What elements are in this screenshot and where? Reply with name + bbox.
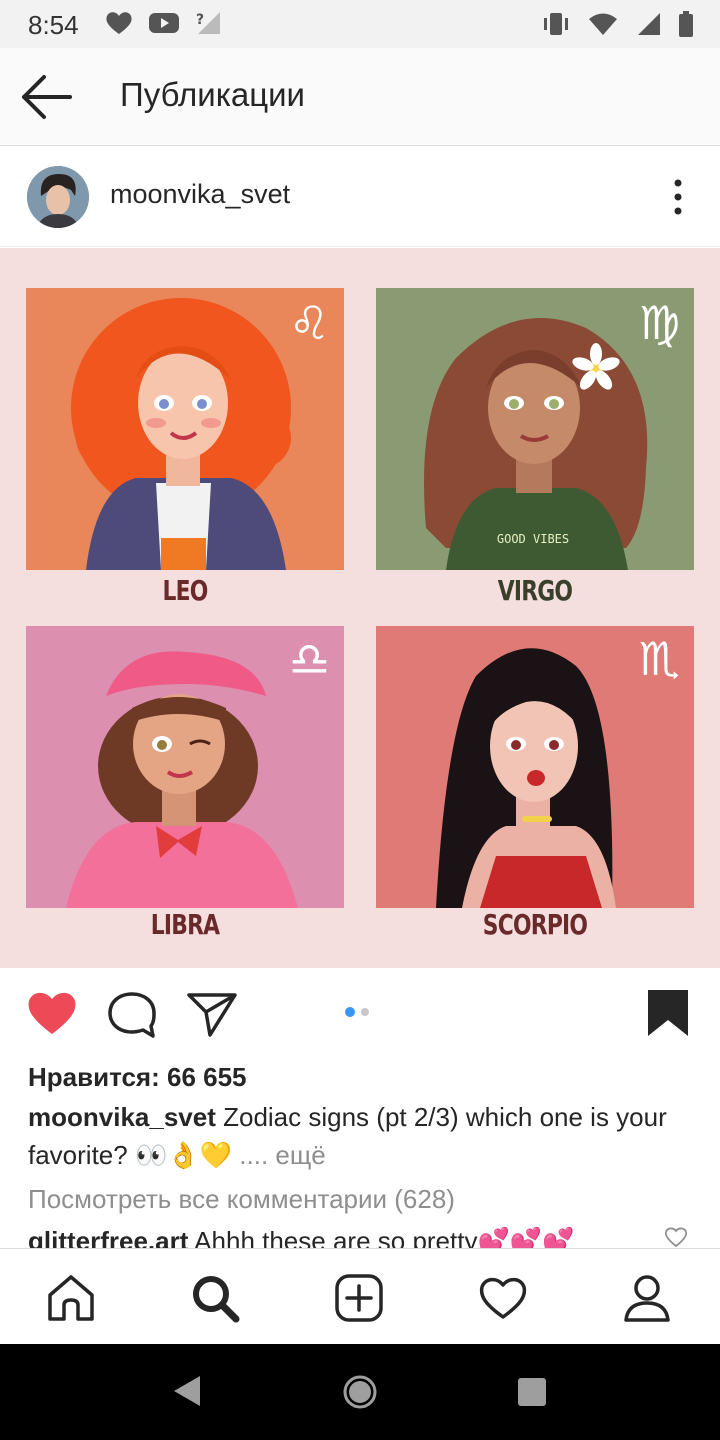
view-all-comments-link[interactable]: Посмотреть все комментарии (628) [28, 1184, 455, 1215]
post-username[interactable]: moonvika_svet [110, 179, 290, 210]
leo-sign: ♌ [288, 296, 330, 350]
comment-row: glitterfree.art Ahhh these are so pretty… [28, 1222, 648, 1248]
more-vertical-icon [674, 179, 682, 215]
signal-unknown-icon: ? [196, 12, 220, 34]
comment-username[interactable]: glitterfree.art [28, 1226, 188, 1248]
profile-icon [624, 1275, 670, 1322]
system-home-button[interactable] [342, 1374, 378, 1415]
caption-username[interactable]: moonvika_svet [28, 1102, 216, 1132]
heart-outline-icon [664, 1227, 688, 1248]
nav-create[interactable] [334, 1273, 384, 1323]
triangle-back-icon [174, 1376, 200, 1406]
youtube-notification-icon [149, 13, 179, 33]
circle-home-icon [343, 1375, 377, 1409]
system-recents-button[interactable] [516, 1376, 548, 1413]
avatar[interactable] [27, 166, 89, 228]
search-icon [193, 1276, 240, 1323]
nav-profile[interactable] [622, 1273, 672, 1323]
panel-label-leo: LEO [162, 574, 208, 607]
carousel-dot-inactive [361, 1008, 369, 1016]
nav-search[interactable] [190, 1273, 240, 1323]
square-recents-icon [518, 1378, 546, 1406]
post-caption: moonvika_svet Zodiac signs (pt 2/3) whic… [28, 1098, 698, 1174]
bottom-nav [0, 1248, 720, 1344]
panel-label-virgo: VIRGO [497, 574, 573, 607]
system-navigation-bar [0, 1344, 720, 1440]
status-bar: 8:54 ? [0, 0, 720, 48]
comment-text: Ahhh these are so pretty💕💕💕 [188, 1226, 575, 1248]
plus-square-icon [335, 1274, 383, 1322]
like-button[interactable] [26, 990, 78, 1041]
good-vibes-text: GOOD VIBES [496, 532, 570, 546]
post-actions [0, 968, 720, 1060]
paper-plane-icon [187, 993, 237, 1037]
nav-activity[interactable] [478, 1273, 528, 1323]
comment-button[interactable] [106, 990, 158, 1045]
save-button[interactable] [646, 988, 690, 1043]
bookmark-filled-icon [648, 990, 688, 1036]
vibrate-icon [544, 13, 568, 35]
home-icon [48, 1275, 94, 1321]
panel-libra: ♎ [26, 626, 344, 908]
cell-signal-icon [638, 13, 660, 35]
virgo-sign: ♍ [638, 296, 680, 350]
scorpio-sign: ♏ [638, 632, 680, 686]
panel-virgo: GOOD VIBES ♍ [376, 288, 694, 570]
post-header: moonvika_svet [0, 147, 720, 247]
carousel-dot-active [345, 1007, 355, 1017]
panel-scorpio: ♏ [376, 626, 694, 908]
more-options-button[interactable] [666, 177, 690, 217]
svg-text:?: ? [196, 12, 204, 28]
carousel-indicator [345, 1007, 369, 1017]
caption-more-link[interactable]: .... ещё [239, 1140, 325, 1170]
status-time: 8:54 [28, 10, 79, 40]
heart-filled-icon [28, 992, 76, 1034]
avatar-image [27, 166, 89, 228]
panel-label-scorpio: SCORPIO [482, 908, 588, 941]
post-image[interactable]: ♌ LEO GOOD VIBES ♍ VIRGO ♎ LIBRA ♏ SCORP… [0, 248, 720, 968]
app-bar: Публикации [0, 48, 720, 146]
system-back-button[interactable] [172, 1374, 202, 1413]
wifi-icon [589, 13, 617, 35]
libra-sign: ♎ [288, 632, 330, 686]
arrow-left-icon [22, 75, 72, 119]
heart-notification-icon [106, 12, 132, 34]
panel-leo: ♌ [26, 288, 344, 570]
share-button[interactable] [186, 990, 238, 1043]
back-button[interactable] [18, 72, 78, 122]
nav-home[interactable] [46, 1273, 96, 1323]
heart-outline-nav-icon [479, 1277, 527, 1319]
battery-icon [679, 11, 693, 37]
comment-icon [108, 992, 156, 1038]
page-title: Публикации [120, 76, 305, 113]
likes-count[interactable]: Нравится: 66 655 [28, 1062, 247, 1093]
panel-label-libra: LIBRA [150, 908, 220, 941]
